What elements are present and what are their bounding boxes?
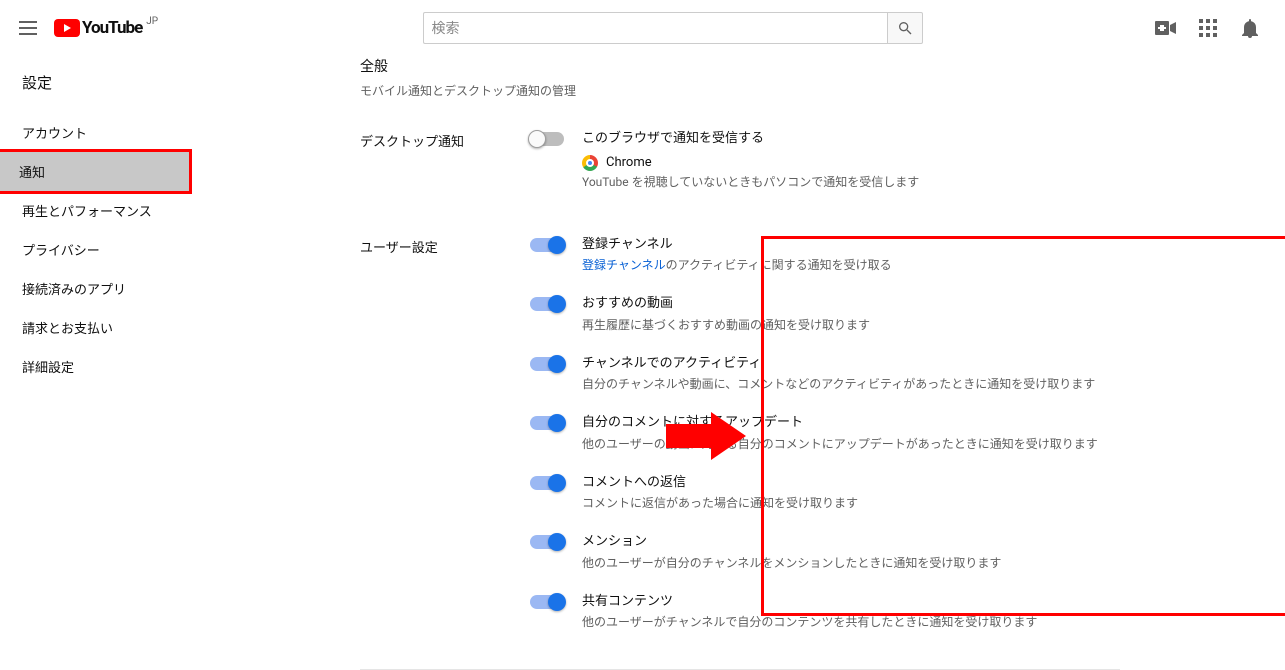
toggle-user-0[interactable] [530, 238, 564, 252]
setting-desc: 他のユーザーの動画に対する自分のコメントにアップデートがあったときに通知を受け取… [582, 435, 1098, 453]
setting-title: このブラウザで通知を受信する [582, 129, 919, 149]
notifications-icon[interactable] [1239, 17, 1261, 39]
setting-text: このブラウザで通知を受信する Chrome YouTube を視聴していないとき… [582, 129, 919, 191]
youtube-play-icon [54, 19, 80, 37]
sidebar-item-privacy[interactable]: プライバシー [0, 230, 240, 269]
setting-text: コメントへの返信コメントに返信があった場合に通知を受け取ります [582, 473, 858, 513]
create-video-icon[interactable] [1155, 17, 1177, 39]
subscriptions-link[interactable]: 登録チャンネル [582, 258, 666, 272]
sidebar-item-label: アカウント [22, 123, 87, 142]
sidebar-item-billing[interactable]: 請求とお支払い [0, 308, 240, 347]
setting-title: コメントへの返信 [582, 473, 858, 493]
toggle-user-5[interactable] [530, 535, 564, 549]
row-desktop-notifications: デスクトップ通知 このブラウザで通知を受信する Chrome YouTube を… [360, 129, 1285, 211]
apps-icon[interactable] [1197, 17, 1219, 39]
setting-desc: 他のユーザーがチャンネルで自分のコンテンツを共有したときに通知を受け取ります [582, 613, 1037, 631]
setting-user-0: 登録チャンネル登録チャンネルのアクティビティに関する通知を受け取る [530, 235, 1285, 275]
sidebar-item-account[interactable]: アカウント [0, 113, 240, 152]
setting-text: 自分のコメントに対するアップデート他のユーザーの動画に対する自分のコメントにアッ… [582, 413, 1098, 453]
setting-title: 登録チャンネル [582, 235, 892, 255]
row-body-user: 登録チャンネル登録チャンネルのアクティビティに関する通知を受け取るおすすめの動画… [530, 235, 1285, 652]
chrome-icon [582, 155, 598, 171]
setting-desc: コメントに返信があった場合に通知を受け取ります [582, 494, 858, 512]
toggle-user-2[interactable] [530, 357, 564, 371]
sidebar-item-label: 再生とパフォーマンス [22, 201, 152, 220]
locale-superscript: JP [146, 16, 158, 27]
menu-icon[interactable] [16, 16, 40, 40]
sidebar-item-label: プライバシー [22, 240, 100, 259]
search-wrap [423, 12, 923, 44]
setting-title: メンション [582, 532, 1001, 552]
sidebar-item-playback[interactable]: 再生とパフォーマンス [0, 191, 240, 230]
topbar-center [196, 12, 1149, 44]
youtube-logo[interactable]: YouTube JP [54, 18, 156, 38]
setting-desc: 再生履歴に基づくおすすめ動画の通知を受け取ります [582, 316, 870, 334]
setting-desc: 自分のチャンネルや動画に、コメントなどのアクティビティがあったときに通知を受け取… [582, 375, 1095, 393]
sidebar-item-advanced[interactable]: 詳細設定 [0, 347, 240, 386]
setting-title: 自分のコメントに対するアップデート [582, 413, 1098, 433]
row-user-settings: ユーザー設定 登録チャンネル登録チャンネルのアクティビティに関する通知を受け取る… [360, 235, 1285, 652]
sidebar-item-label: 通知 [19, 162, 45, 181]
sidebar-group: アカウント 通知 再生とパフォーマンス プライバシー 接続済みのアプリ 請求とお… [0, 113, 240, 386]
sidebar-item-connected-apps[interactable]: 接続済みのアプリ [0, 269, 240, 308]
sidebar-item-label: 接続済みのアプリ [22, 279, 126, 298]
sidebar-item-notifications[interactable]: 通知 [0, 149, 192, 194]
sidebar-heading: 設定 [0, 64, 240, 101]
sidebar: 設定 アカウント 通知 再生とパフォーマンス プライバシー 接続済みのアプリ 請… [0, 56, 240, 621]
toggle-browser-notifications[interactable] [530, 132, 564, 146]
setting-user-5: メンション他のユーザーが自分のチャンネルをメンションしたときに通知を受け取ります [530, 532, 1285, 572]
search-button[interactable] [887, 12, 923, 44]
topbar-right [1149, 17, 1269, 39]
setting-text: おすすめの動画再生履歴に基づくおすすめ動画の通知を受け取ります [582, 294, 870, 334]
setting-user-4: コメントへの返信コメントに返信があった場合に通知を受け取ります [530, 473, 1285, 513]
setting-user-6: 共有コンテンツ他のユーザーがチャンネルで自分のコンテンツを共有したときに通知を受… [530, 592, 1285, 632]
setting-text: 共有コンテンツ他のユーザーがチャンネルで自分のコンテンツを共有したときに通知を受… [582, 592, 1037, 632]
toggle-user-1[interactable] [530, 297, 564, 311]
toggle-user-6[interactable] [530, 595, 564, 609]
search-input[interactable] [423, 12, 887, 44]
topbar-left: YouTube JP [16, 16, 196, 40]
setting-text: メンション他のユーザーが自分のチャンネルをメンションしたときに通知を受け取ります [582, 532, 1001, 572]
setting-title: チャンネルでのアクティビティ [582, 354, 1095, 374]
section-title-general: 全般 [360, 56, 1285, 76]
setting-desc: 登録チャンネルのアクティビティに関する通知を受け取る [582, 256, 892, 274]
topbar: YouTube JP [0, 0, 1285, 56]
browser-line: Chrome [582, 155, 919, 171]
toggle-user-4[interactable] [530, 476, 564, 490]
row-label-user: ユーザー設定 [360, 235, 530, 652]
setting-user-2: チャンネルでのアクティビティ自分のチャンネルや動画に、コメントなどのアクティビテ… [530, 354, 1285, 394]
setting-desc: 他のユーザーが自分のチャンネルをメンションしたときに通知を受け取ります [582, 554, 1001, 572]
setting-title: おすすめの動画 [582, 294, 870, 314]
setting-user-1: おすすめの動画再生履歴に基づくおすすめ動画の通知を受け取ります [530, 294, 1285, 334]
browser-name: Chrome [606, 155, 652, 170]
toggle-user-3[interactable] [530, 416, 564, 430]
section-subtitle-general: モバイル通知とデスクトップ通知の管理 [360, 82, 1285, 99]
setting-browser-notifications: このブラウザで通知を受信する Chrome YouTube を視聴していないとき… [530, 129, 1285, 191]
setting-desc: YouTube を視聴していないときもパソコンで通知を受信します [582, 173, 919, 191]
search-icon [897, 20, 913, 36]
logo-text: YouTube [82, 18, 142, 38]
sidebar-item-label: 詳細設定 [22, 357, 74, 376]
setting-text: 登録チャンネル登録チャンネルのアクティビティに関する通知を受け取る [582, 235, 892, 275]
setting-text: チャンネルでのアクティビティ自分のチャンネルや動画に、コメントなどのアクティビテ… [582, 354, 1095, 394]
row-label-desktop: デスクトップ通知 [360, 129, 530, 211]
sidebar-item-label: 請求とお支払い [22, 318, 113, 337]
row-body-desktop: このブラウザで通知を受信する Chrome YouTube を視聴していないとき… [530, 129, 1285, 211]
content: 全般 モバイル通知とデスクトップ通知の管理 デスクトップ通知 このブラウザで通知… [240, 56, 1285, 621]
main: 設定 アカウント 通知 再生とパフォーマンス プライバシー 接続済みのアプリ 請… [0, 56, 1285, 621]
setting-user-3: 自分のコメントに対するアップデート他のユーザーの動画に対する自分のコメントにアッ… [530, 413, 1285, 453]
setting-title: 共有コンテンツ [582, 592, 1037, 612]
